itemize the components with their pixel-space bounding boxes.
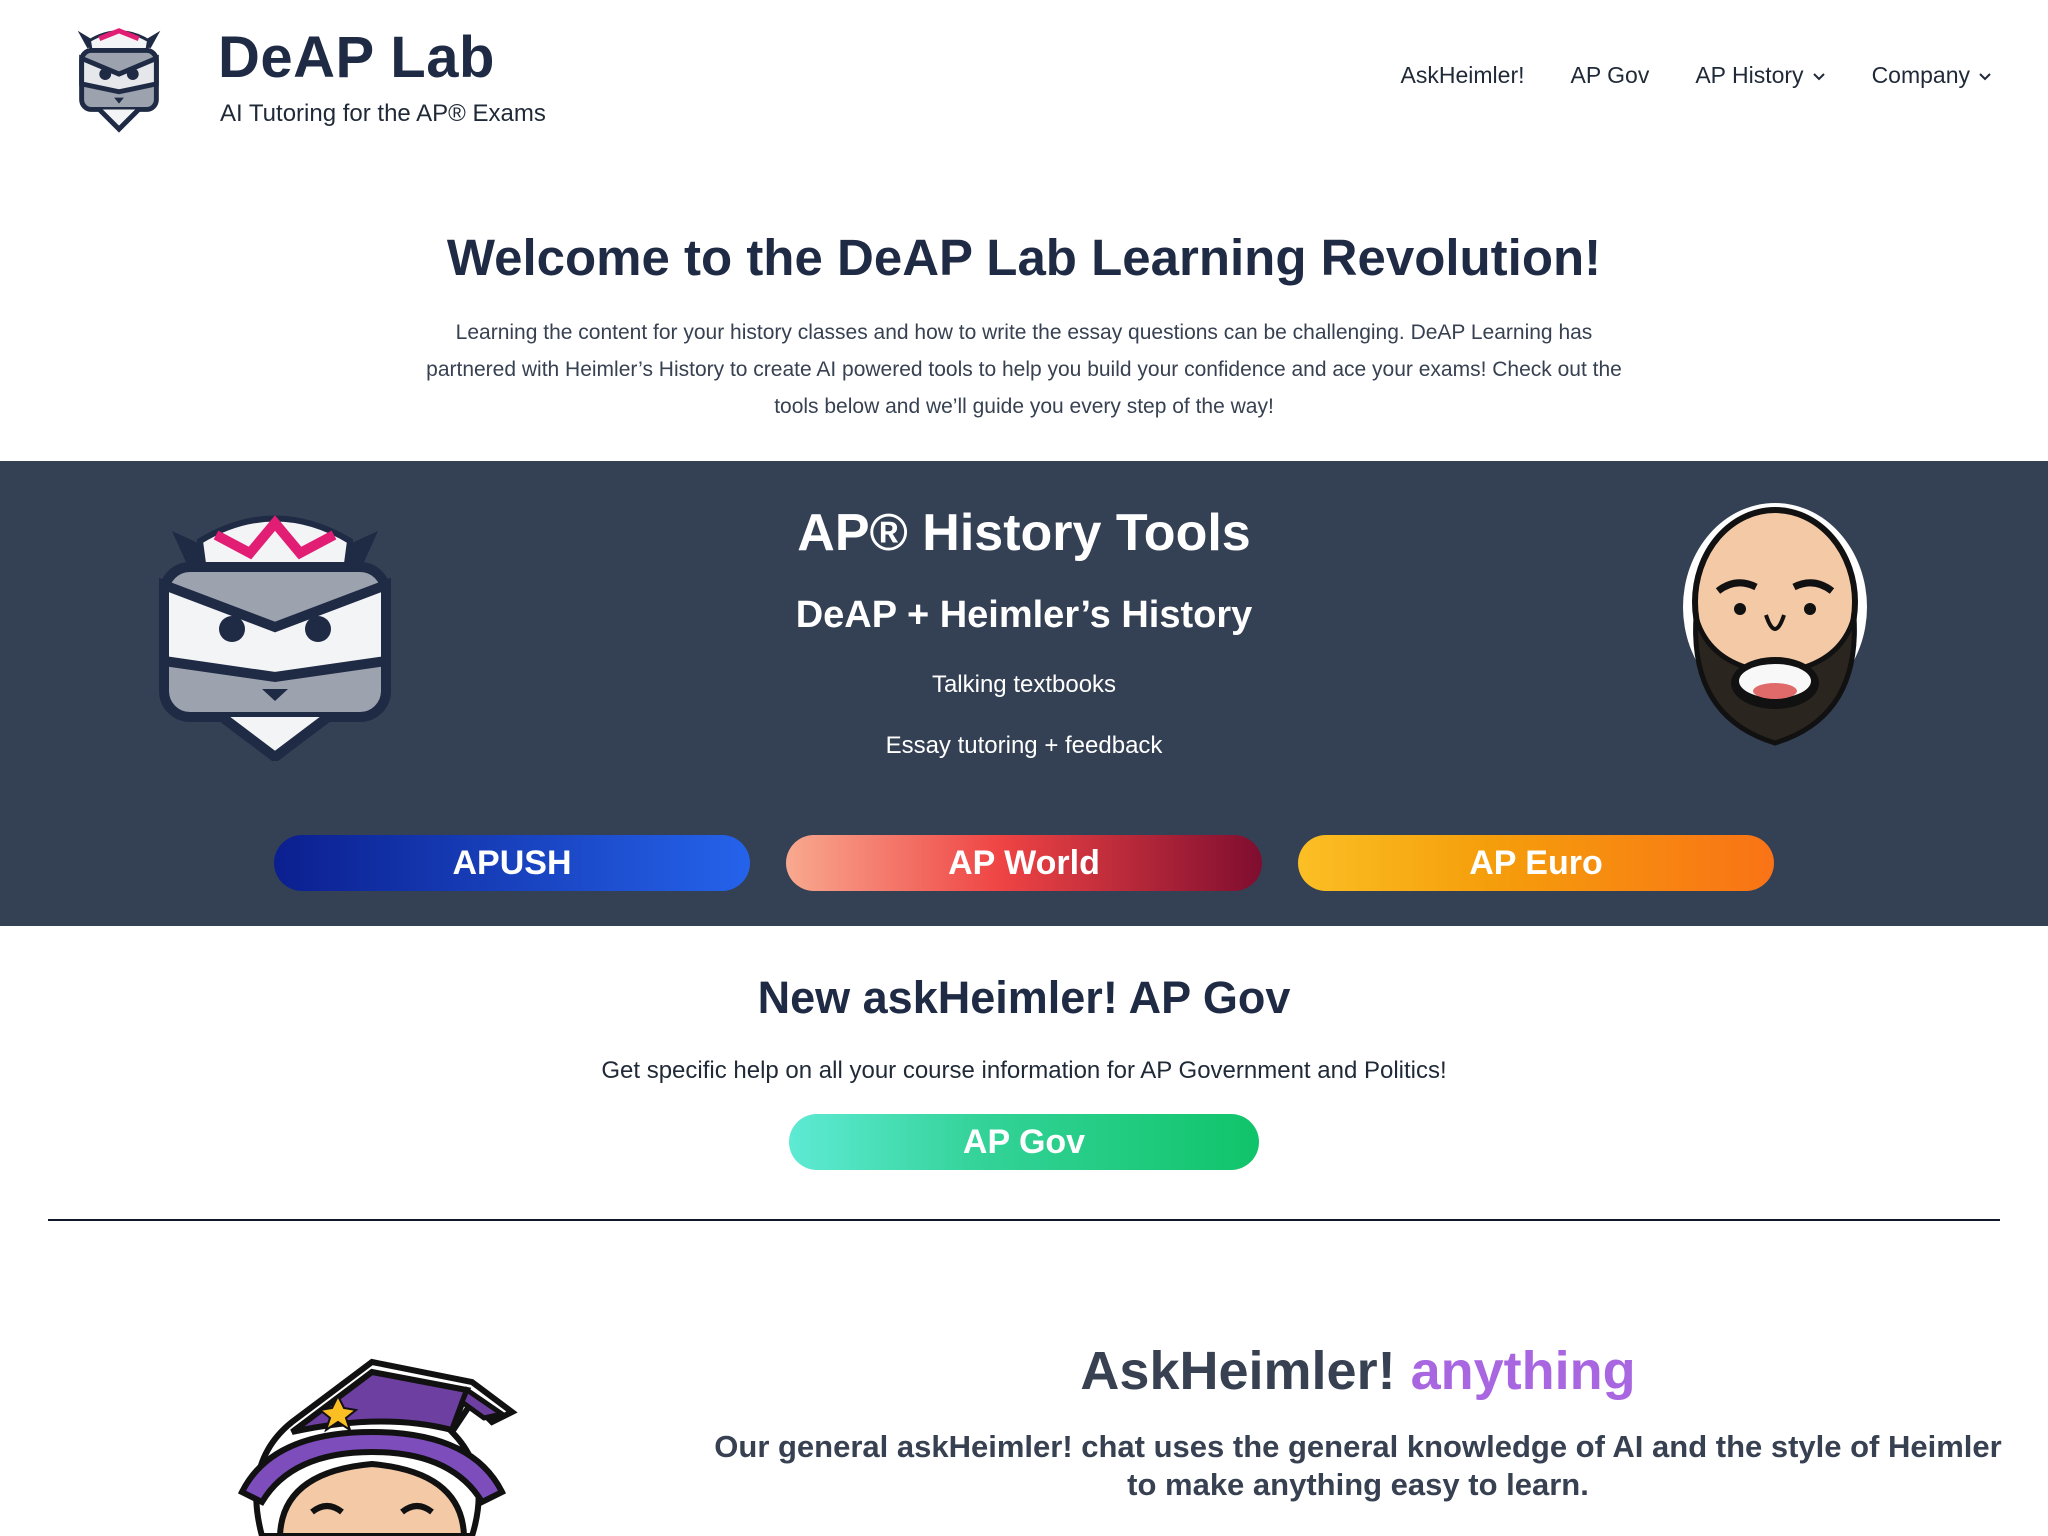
wizard-heimler-icon <box>237 1358 518 1536</box>
askheimler-description: Our general askHeimler! chat uses the ge… <box>714 1429 2002 1502</box>
chevron-down-icon <box>1979 72 1991 80</box>
site-header: DeAP Lab AI Tutoring for the AP® Exams A… <box>0 0 2048 160</box>
askheimler-title-accent: anything <box>1410 1341 1636 1401</box>
askheimler-title: AskHeimler! anything <box>700 1340 2016 1402</box>
nav-askheimler[interactable]: AskHeimler! <box>1401 62 1525 89</box>
nav-company[interactable]: Company <box>1872 62 1992 89</box>
ap-euro-button[interactable]: AP Euro <box>1298 835 1774 891</box>
apush-button[interactable]: APUSH <box>274 835 750 891</box>
gov-section-description: Get specific help on all your course inf… <box>601 1057 1447 1084</box>
heimler-avatar-icon <box>1683 503 1867 746</box>
ap-world-button[interactable]: AP World <box>786 835 1262 891</box>
section-divider <box>48 1219 2000 1221</box>
brand-title[interactable]: DeAP Lab <box>218 24 495 91</box>
intro-text: Learning the content for your history cl… <box>426 321 1622 418</box>
chevron-down-icon <box>1812 72 1825 80</box>
ap-gov-button[interactable]: AP Gov <box>789 1114 1259 1170</box>
askheimler-title-main: AskHeimler! <box>1080 1341 1396 1401</box>
gov-section-title: New askHeimler! AP Gov <box>757 972 1291 1023</box>
nav-ap-history[interactable]: AP History <box>1695 62 1825 89</box>
nav-label: AP History <box>1695 62 1804 88</box>
nav-ap-gov[interactable]: AP Gov <box>1571 62 1650 89</box>
owl-logo-icon[interactable] <box>60 18 178 138</box>
brand-subtitle: AI Tutoring for the AP® Exams <box>220 100 546 127</box>
nav-label: AP Gov <box>1570 62 1650 88</box>
page-title: Welcome to the DeAP Lab Learning Revolut… <box>446 229 1602 286</box>
main-nav: AskHeimler! AP Gov AP History Company <box>1401 62 1992 89</box>
history-tools-section: AP® History Tools DeAP + Heimler’s Histo… <box>0 461 2048 926</box>
nav-label: AskHeimler! <box>1400 62 1525 88</box>
nav-label: Company <box>1871 62 1970 88</box>
